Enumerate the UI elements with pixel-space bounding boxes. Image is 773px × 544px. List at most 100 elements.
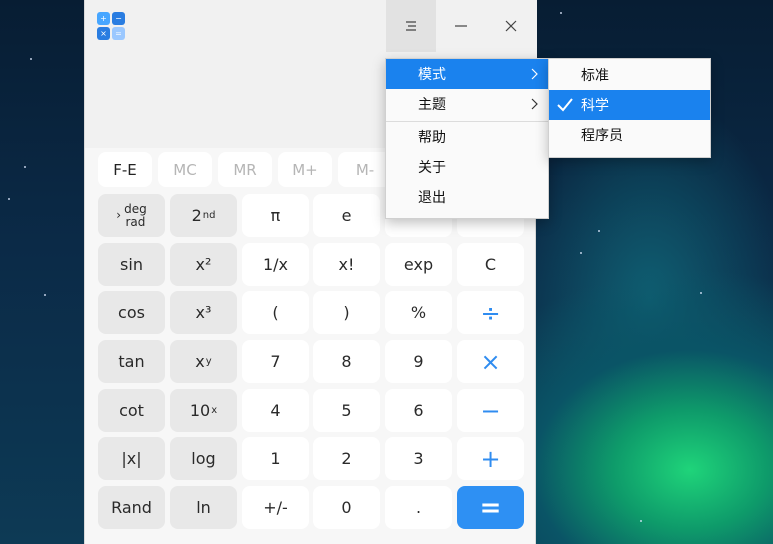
key-cube[interactable]: x³ [170, 291, 237, 334]
key-percent[interactable]: % [385, 291, 452, 334]
key-abs[interactable]: |x| [98, 437, 165, 480]
key-exp[interactable]: exp [385, 243, 452, 286]
close-button[interactable] [486, 0, 536, 52]
key-label: +/- [263, 498, 288, 517]
submenu-item-scientific[interactable]: 科学 [549, 90, 710, 120]
key-m-memory[interactable]: M+ [278, 152, 332, 187]
key-4[interactable]: 4 [242, 389, 309, 432]
key-cot[interactable]: cot [98, 389, 165, 432]
key-log[interactable]: log [170, 437, 237, 480]
key-plus[interactable]: + [457, 437, 524, 480]
menu-item-exit[interactable]: 退出 [386, 182, 548, 212]
key-tan[interactable]: tan [98, 340, 165, 383]
key-x[interactable]: xy [170, 340, 237, 383]
key-label: x [195, 352, 205, 371]
key-label: x² [195, 255, 212, 274]
key-deg-rad[interactable]: › deg rad [98, 194, 165, 237]
key-rparen[interactable]: ) [313, 291, 380, 334]
key-label: − [480, 396, 501, 425]
key-m-memory[interactable]: M- [338, 152, 392, 187]
key-label: . [415, 498, 422, 517]
key-equals[interactable]: = [457, 486, 524, 529]
key-2[interactable]: 2nd [170, 194, 237, 237]
key-factorial[interactable]: x! [313, 243, 380, 286]
key-label: 10 [189, 401, 211, 420]
checkmark-icon [557, 98, 573, 112]
key-label: 4 [270, 401, 281, 420]
close-icon [505, 20, 517, 32]
key-label: = [479, 492, 502, 523]
key-6[interactable]: 6 [385, 389, 452, 432]
key-f-e[interactable]: F-E [98, 152, 152, 187]
key-8[interactable]: 8 [313, 340, 380, 383]
key-cos[interactable]: cos [98, 291, 165, 334]
key-label: 6 [413, 401, 424, 420]
key-label: C [484, 255, 497, 274]
key-decimal[interactable]: . [385, 486, 452, 529]
key-label: e [341, 206, 352, 225]
key-1[interactable]: 1 [242, 437, 309, 480]
key-label: x! [338, 255, 355, 274]
key-label: 3 [413, 449, 424, 468]
menu-item-theme[interactable]: 主题 [386, 89, 548, 119]
key-label: tan [118, 352, 145, 371]
key-c[interactable]: C [457, 243, 524, 286]
key-label: sin [120, 255, 143, 274]
minimize-button[interactable] [436, 0, 486, 52]
key-sin[interactable]: sin [98, 243, 165, 286]
chevron-right-icon [531, 98, 538, 110]
deg-rad-label: deg rad [124, 201, 147, 229]
key-pi[interactable]: π [242, 194, 309, 237]
key-negate[interactable]: +/- [242, 486, 309, 529]
menu-item-about[interactable]: 关于 [386, 152, 548, 182]
key-ln[interactable]: ln [170, 486, 237, 529]
key-multiply[interactable]: × [457, 340, 524, 383]
chevron-icon: › [116, 208, 122, 222]
key-label: × [480, 347, 501, 376]
key-label: + [480, 444, 501, 473]
key-7[interactable]: 7 [242, 340, 309, 383]
key-superscript: y [205, 356, 212, 367]
menu-item-label: 关于 [418, 160, 446, 176]
key-mc-memory[interactable]: MC [158, 152, 212, 187]
key-square[interactable]: x² [170, 243, 237, 286]
key-label: 9 [413, 352, 424, 371]
menu-item-label: 模式 [418, 67, 446, 83]
key-mr-memory[interactable]: MR [218, 152, 272, 187]
key-0[interactable]: 0 [313, 486, 380, 529]
key-superscript: nd [202, 210, 216, 221]
menu-item-mode[interactable]: 模式 [386, 59, 548, 89]
key-label: ln [196, 498, 211, 517]
key-label: ÷ [480, 298, 501, 327]
key-label: ) [343, 303, 350, 322]
key-label: π [270, 206, 281, 225]
key-label: 0 [341, 498, 352, 517]
key-rand[interactable]: Rand [98, 486, 165, 529]
submenu-item-programmer[interactable]: 程序员 [549, 120, 710, 150]
key-e[interactable]: e [313, 194, 380, 237]
key-9[interactable]: 9 [385, 340, 452, 383]
submenu-item-standard[interactable]: 标准 [549, 60, 710, 90]
key-lparen[interactable]: ( [242, 291, 309, 334]
menu-item-label: 主题 [418, 97, 446, 113]
menu-icon [406, 21, 416, 31]
titlebar: + − × = [85, 0, 537, 52]
key-3[interactable]: 3 [385, 437, 452, 480]
key-superscript: x [211, 405, 218, 416]
key-5[interactable]: 5 [313, 389, 380, 432]
menu-button[interactable] [386, 0, 436, 52]
key-label: 8 [341, 352, 352, 371]
key-label: cot [119, 401, 144, 420]
minimize-icon [455, 25, 467, 27]
key-2[interactable]: 2 [313, 437, 380, 480]
key-label: 1/x [262, 255, 289, 274]
submenu-item-label: 程序员 [581, 128, 623, 144]
menu-item-label: 退出 [418, 190, 446, 206]
chevron-right-icon [531, 68, 538, 80]
menu-item-help[interactable]: 帮助 [386, 122, 548, 152]
key-reciprocal[interactable]: 1/x [242, 243, 309, 286]
key-minus[interactable]: − [457, 389, 524, 432]
key-label: 7 [270, 352, 281, 371]
key-10[interactable]: 10 x [170, 389, 237, 432]
key-divide[interactable]: ÷ [457, 291, 524, 334]
